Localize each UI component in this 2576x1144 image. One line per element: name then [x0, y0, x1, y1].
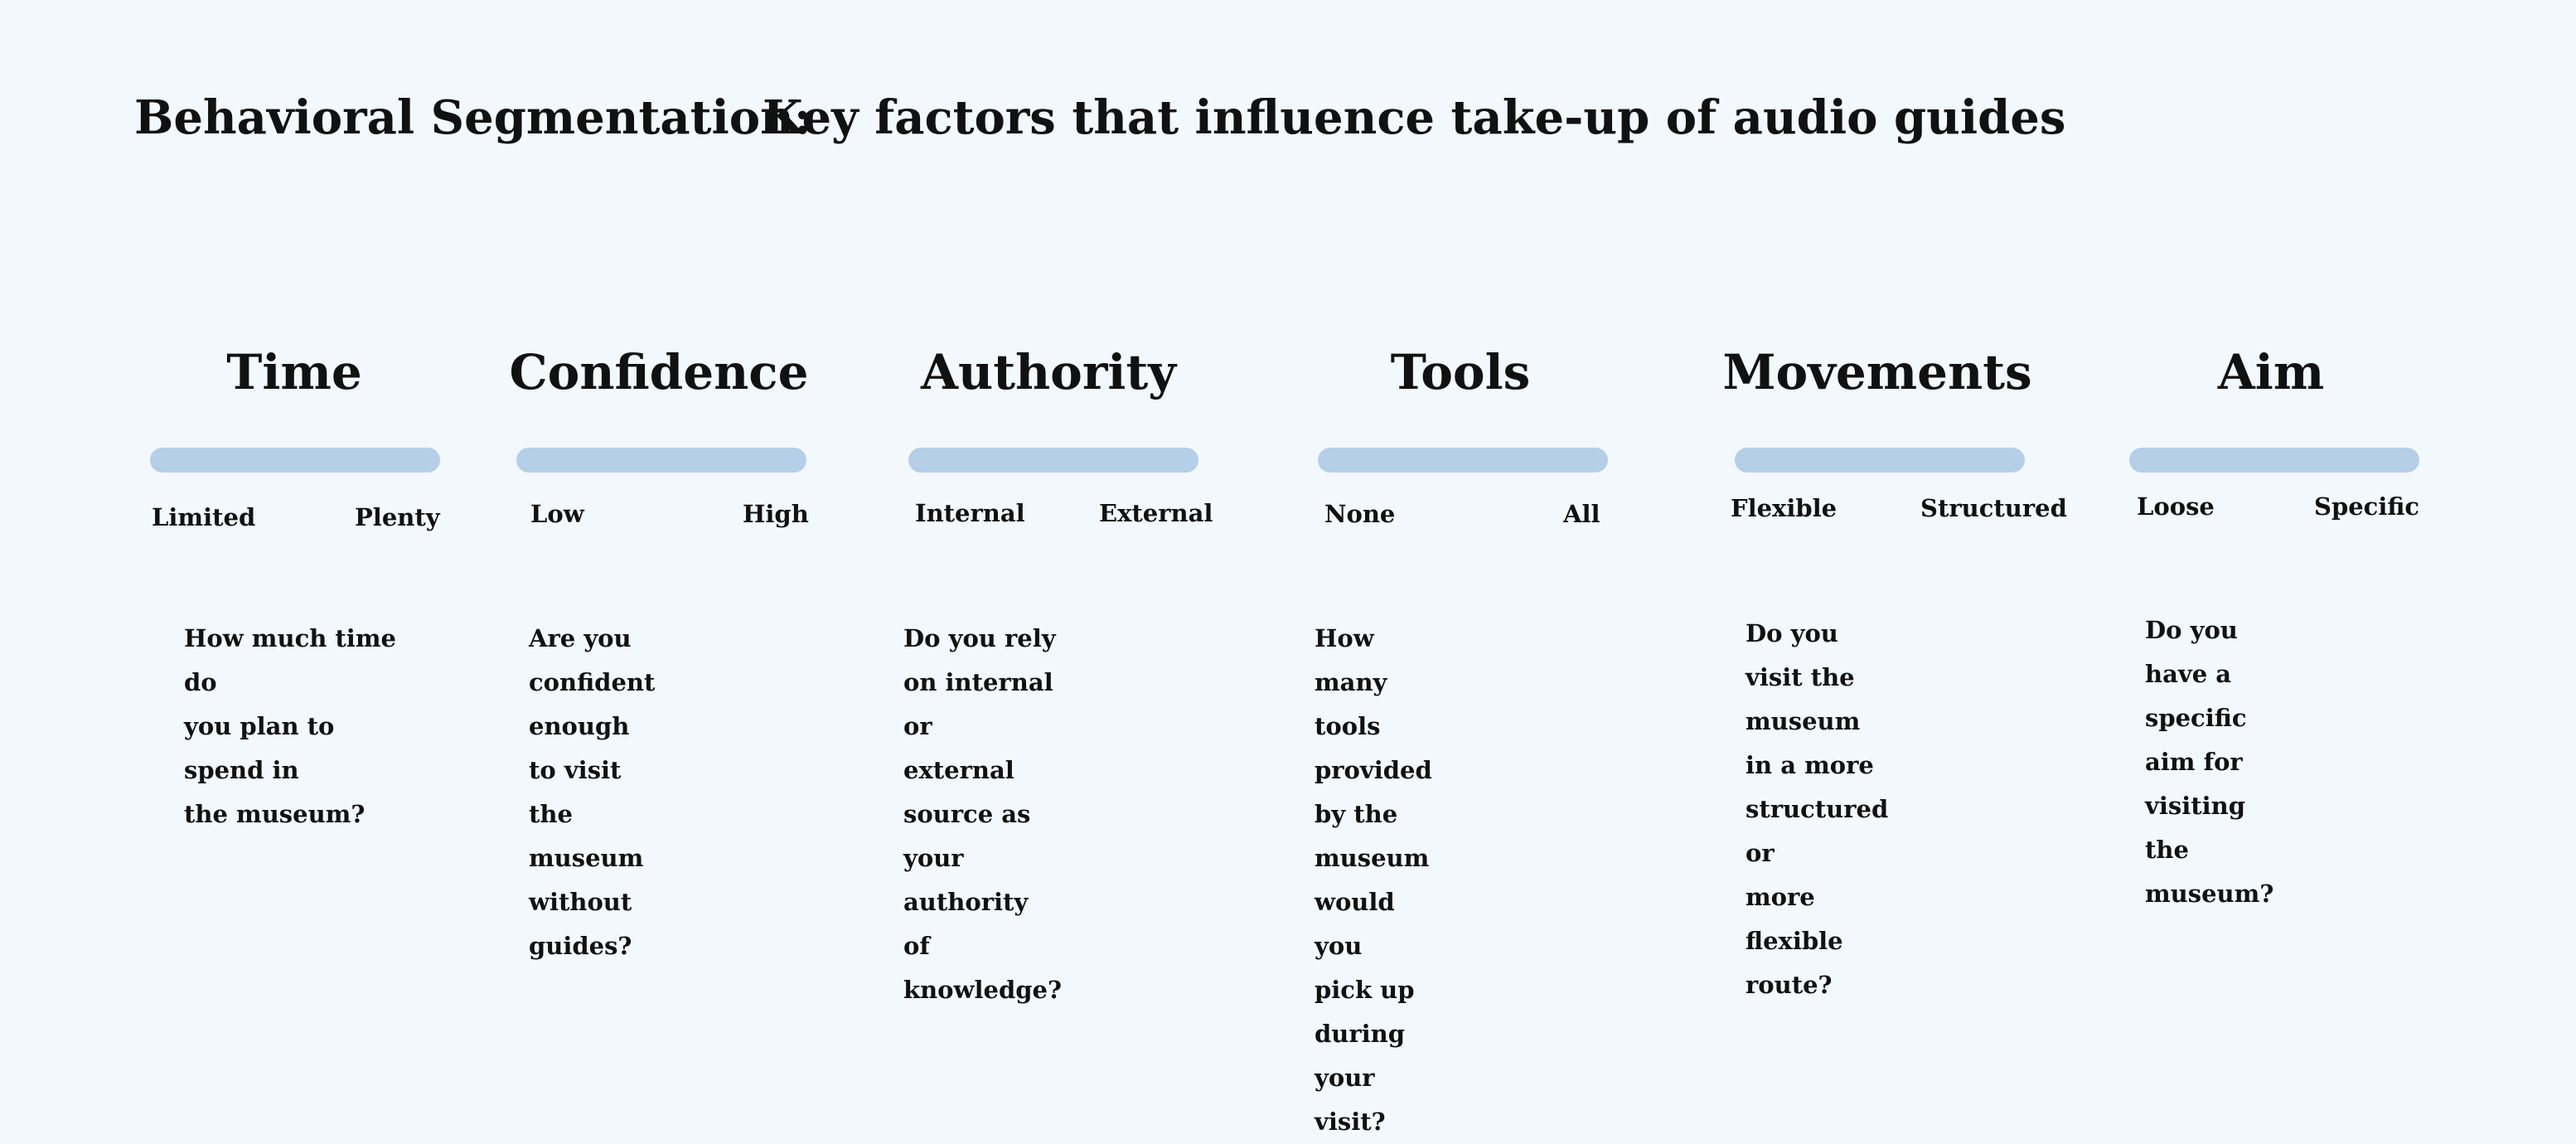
factor-heading: Aim: [2217, 344, 2325, 400]
factor-aim: Aim Loose Specific Do you have a specifi…: [0, 0, 2419, 908]
factor-scale-bar: [908, 448, 1198, 473]
page-subtitle: Key factors that influence take-up of au…: [763, 90, 2066, 145]
factor-heading: Confidence: [509, 344, 809, 400]
factor-scale-bar: [1318, 448, 1608, 473]
factor-question: Are you confident enough to visit the mu…: [529, 624, 656, 960]
factor-heading: Movements: [1722, 344, 2032, 400]
factor-question: How many tools provided by the museum wo…: [1315, 624, 1432, 1136]
scale-high-label: All: [1563, 500, 1600, 528]
factor-question: Do you visit the museum in a more struct…: [1746, 619, 1889, 999]
scale-high-label: Specific: [2314, 492, 2420, 521]
scale-high-label: External: [1099, 499, 1213, 527]
scale-high-label: Structured: [1920, 494, 2067, 522]
factor-scale-bar: [1735, 448, 2025, 473]
scale-low-label: Low: [530, 500, 584, 528]
factor-scale-bar: [2129, 448, 2419, 473]
factor-question: Do you have a specific aim for visiting …: [2145, 616, 2274, 908]
scale-low-label: None: [1324, 500, 1396, 528]
scale-low-label: Internal: [915, 499, 1025, 527]
factor-question: Do you rely on internal or external sour…: [903, 624, 1062, 1004]
factor-heading: Tools: [1390, 344, 1531, 400]
factor-heading: Authority: [921, 344, 1176, 400]
factor-scale-bar: [516, 448, 806, 473]
scale-low-label: Loose: [2137, 492, 2215, 521]
scale-high-label: High: [743, 500, 809, 528]
scale-low-label: Flexible: [1731, 494, 1838, 522]
